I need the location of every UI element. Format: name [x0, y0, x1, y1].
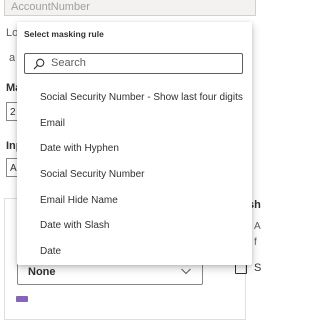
- field-account-number[interactable]: AccountNumber: [4, 0, 256, 16]
- search-placeholder: Search: [51, 57, 86, 69]
- menu-item-email[interactable]: Email: [17, 111, 252, 137]
- menu-item-email-hide-name[interactable]: Email Hide Name: [17, 188, 252, 214]
- menu-item-date-with-slash[interactable]: Date with Slash: [17, 213, 252, 239]
- search-icon: [33, 58, 45, 70]
- panel-text-fragment-1: A: [254, 221, 261, 232]
- panel-text-fragment-2: f: [254, 237, 257, 248]
- checkbox-label-fragment: S: [254, 262, 262, 274]
- menu-item-date-with-hyphen[interactable]: Date with Hyphen: [17, 136, 252, 162]
- accent-indicator: [16, 296, 28, 302]
- menu-item-ssn-last-four[interactable]: Social Security Number - Show last four …: [17, 85, 252, 111]
- select-value: None: [28, 266, 56, 278]
- chevron-down-icon: [181, 268, 191, 275]
- menu-item-date[interactable]: Date: [17, 239, 252, 265]
- masking-rule-dropdown: Select masking rule Search Social Securi…: [17, 22, 252, 265]
- menu-item-ssn[interactable]: Social Security Number: [17, 162, 252, 188]
- dropdown-title: Select masking rule: [24, 29, 104, 39]
- value-fragment-1: a: [9, 52, 16, 64]
- masking-rule-list: Social Security Number - Show last four …: [17, 85, 252, 265]
- search-input[interactable]: Search: [24, 53, 243, 74]
